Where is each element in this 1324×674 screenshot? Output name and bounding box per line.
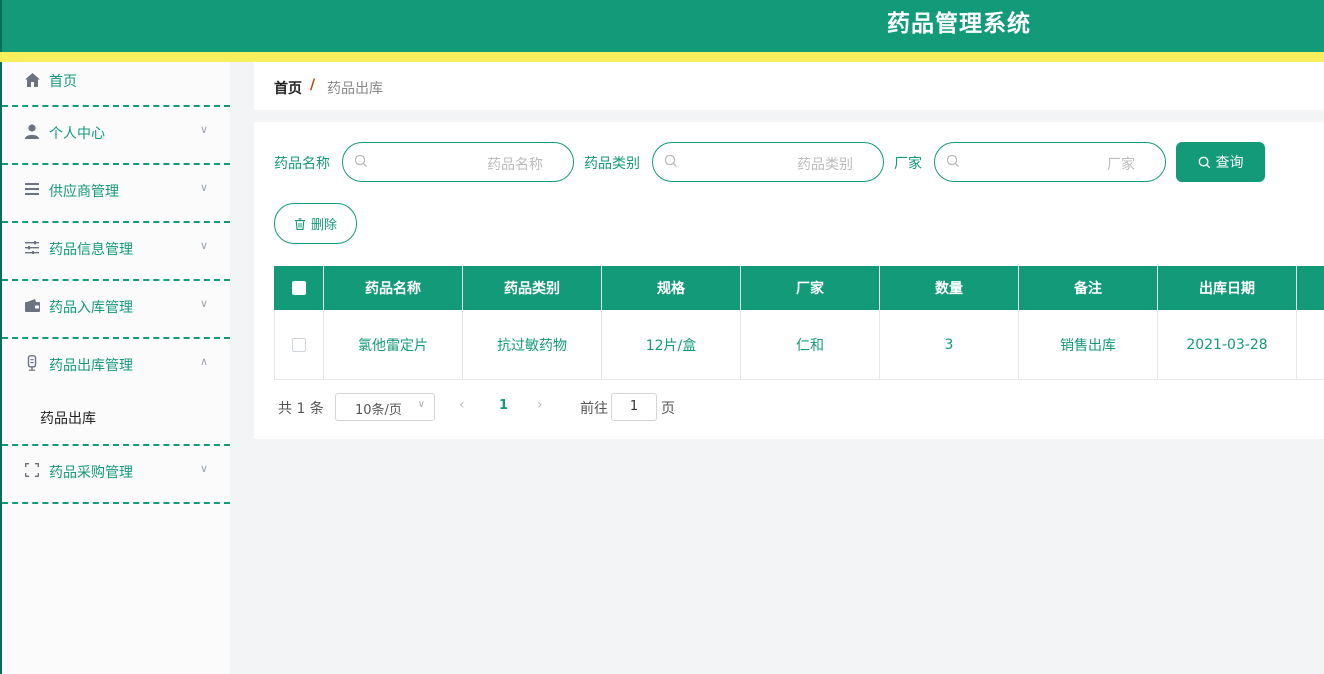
select-all-checkbox[interactable] xyxy=(291,281,306,295)
drug-name-placeholder: 药品名称 xyxy=(487,157,543,173)
cell-spec: 12片/盒 xyxy=(602,310,741,379)
sidebar-item-supplier[interactable]: 供应商管理 ∨ xyxy=(2,165,230,223)
goto-label: 前往 xyxy=(580,401,608,417)
sidebar-item-label: 药品出库管理 xyxy=(49,358,133,374)
sidebar-item-label: 药品采购管理 xyxy=(49,465,133,481)
column-header[interactable]: 药品名称 xyxy=(324,266,463,310)
sidebar-item-drug-outbound[interactable]: 药品出库管理 ∧ xyxy=(2,339,230,397)
row-checkbox[interactable] xyxy=(292,337,306,352)
maker-input[interactable]: 厂家 xyxy=(934,142,1166,182)
table-header: 药品名称 药品类别 规格 厂家 数量 备注 出库日期 xyxy=(274,266,1324,310)
filter-label-name: 药品名称 xyxy=(274,156,330,172)
cell-name: 氯他雷定片 xyxy=(324,310,463,379)
chevron-down-icon: ∨ xyxy=(200,239,209,252)
search-button[interactable]: 查询 xyxy=(1176,142,1265,182)
cell-quantity: 3 xyxy=(880,310,1019,379)
column-header[interactable]: 数量 xyxy=(880,266,1019,310)
filter-label-maker: 厂家 xyxy=(894,156,922,172)
cell-maker: 仁和 xyxy=(741,310,880,379)
sidebar-item-label: 药品信息管理 xyxy=(49,242,133,258)
breadcrumb: 首页 / 药品出库 xyxy=(254,62,1324,110)
goto-page-input[interactable]: 1 xyxy=(611,393,657,421)
breadcrumb-current: 药品出库 xyxy=(327,81,383,97)
search-icon xyxy=(1198,156,1210,168)
delete-button[interactable]: 删除 xyxy=(274,203,357,244)
search-icon xyxy=(946,154,960,168)
next-page-icon[interactable]: › xyxy=(537,397,543,413)
breadcrumb-separator: / xyxy=(310,77,316,93)
page-size-select[interactable]: 10条/页 ∨ xyxy=(335,393,435,421)
wallet-icon xyxy=(24,297,40,313)
cell-date: 2021-03-28 xyxy=(1158,310,1297,379)
page-size-value: 10条/页 xyxy=(355,403,402,418)
drug-name-input[interactable]: 药品名称 xyxy=(342,142,574,182)
main-panel: 药品名称 药品名称 药品类别 药品类别 厂家 厂家 查询 删除 药品名称 药品类… xyxy=(254,122,1324,439)
chevron-down-icon: ∨ xyxy=(417,399,425,410)
cell-category: 抗过敏药物 xyxy=(463,310,602,379)
sidebar-item-label: 供应商管理 xyxy=(49,184,119,200)
sidebar-item-label: 药品入库管理 xyxy=(49,300,133,316)
sidebar-subitem-drug-outbound[interactable]: 药品出库 xyxy=(2,397,230,446)
pagination-total: 共 1 条 xyxy=(278,401,324,417)
column-header-overflow xyxy=(1297,266,1324,310)
sidebar-item-home[interactable]: 首页 xyxy=(2,62,230,107)
trash-icon xyxy=(294,217,305,230)
mic-icon xyxy=(24,355,40,371)
filter-label-category: 药品类别 xyxy=(584,156,640,172)
sidebar-item-drug-inbound[interactable]: 药品入库管理 ∨ xyxy=(2,281,230,339)
fullscreen-icon xyxy=(24,462,40,478)
chevron-down-icon: ∨ xyxy=(200,181,209,194)
sidebar: 首页 个人中心 ∨ 供应商管理 ∨ 药品信息管理 ∨ 药品入库管理 ∨ 药品出库… xyxy=(0,62,230,674)
select-all-cell xyxy=(274,266,324,310)
search-button-label: 查询 xyxy=(1215,155,1244,171)
outbound-table: 药品名称 药品类别 规格 厂家 数量 备注 出库日期 氯他雷定片 抗过敏药物 1… xyxy=(274,266,1324,380)
column-header[interactable]: 药品类别 xyxy=(463,266,602,310)
sidebar-item-personal-center[interactable]: 个人中心 ∨ xyxy=(2,107,230,165)
row-select-cell xyxy=(275,310,324,379)
page-suffix: 页 xyxy=(661,401,675,417)
column-header[interactable]: 备注 xyxy=(1019,266,1158,310)
app-title: 药品管理系统 xyxy=(887,11,1031,37)
column-header[interactable]: 出库日期 xyxy=(1158,266,1297,310)
column-header[interactable]: 规格 xyxy=(602,266,741,310)
maker-placeholder: 厂家 xyxy=(1107,157,1135,173)
column-header[interactable]: 厂家 xyxy=(741,266,880,310)
user-icon xyxy=(24,123,40,139)
chevron-down-icon: ∨ xyxy=(200,297,209,310)
page-number[interactable]: 1 xyxy=(499,398,508,413)
cell-note: 销售出库 xyxy=(1019,310,1158,379)
sidebar-subitem-label: 药品出库 xyxy=(40,411,96,427)
home-icon xyxy=(24,72,40,88)
app-header: 药品管理系统 xyxy=(0,0,1324,52)
breadcrumb-home[interactable]: 首页 xyxy=(274,78,302,98)
sidebar-item-drug-info[interactable]: 药品信息管理 ∨ xyxy=(2,223,230,281)
table-row[interactable]: 氯他雷定片 抗过敏药物 12片/盒 仁和 3 销售出库 2021-03-28 xyxy=(274,310,1324,380)
chevron-up-icon: ∧ xyxy=(200,355,209,368)
search-icon xyxy=(354,154,368,168)
list-icon xyxy=(24,181,40,197)
sliders-icon xyxy=(24,239,40,255)
chevron-down-icon: ∨ xyxy=(200,123,209,136)
header-stripe xyxy=(0,52,1324,62)
drug-category-input[interactable]: 药品类别 xyxy=(652,142,884,182)
delete-button-label: 删除 xyxy=(310,218,337,233)
sidebar-item-drug-purchase[interactable]: 药品采购管理 ∨ xyxy=(2,446,230,504)
drug-category-placeholder: 药品类别 xyxy=(797,157,853,173)
chevron-down-icon: ∨ xyxy=(200,462,209,475)
sidebar-item-label: 首页 xyxy=(49,74,77,90)
cell-overflow xyxy=(1297,310,1324,379)
search-icon xyxy=(664,154,678,168)
prev-page-icon[interactable]: ‹ xyxy=(459,397,465,413)
sidebar-item-label: 个人中心 xyxy=(49,126,105,142)
